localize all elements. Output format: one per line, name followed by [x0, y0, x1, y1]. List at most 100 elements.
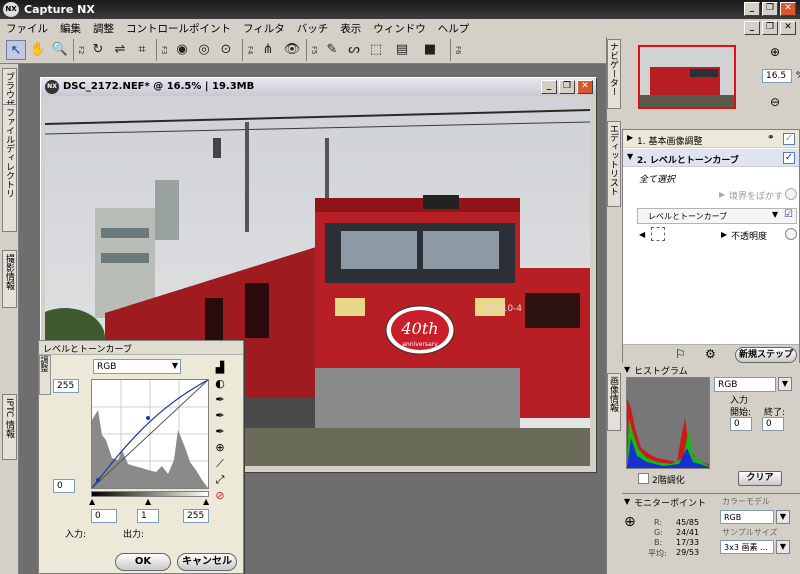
- link-icon[interactable]: ⚭: [767, 133, 775, 143]
- reset-icon[interactable]: ⊘: [213, 489, 227, 503]
- menu-help[interactable]: ヘルプ: [432, 19, 476, 36]
- edit-step-1[interactable]: ▶ 1. 基本画像調整 ⚭ ✓: [623, 130, 799, 148]
- expand-arrow-icon[interactable]: ▶: [627, 133, 633, 142]
- step-name-dropdown-icon[interactable]: ▼: [772, 210, 778, 219]
- toolbar-group-f3[interactable]: F3: [156, 39, 168, 61]
- zoom-out-icon[interactable]: ⊖: [770, 95, 780, 109]
- zoom-input[interactable]: 16.5: [762, 69, 792, 83]
- zoom-tool-icon[interactable]: 🔍: [50, 40, 70, 60]
- contrast-icon[interactable]: ◐: [213, 377, 227, 391]
- image-minimize-button[interactable]: _: [541, 80, 557, 94]
- step-visible-checkbox[interactable]: ☑: [784, 209, 793, 220]
- toolbar-group-f6[interactable]: F6: [450, 39, 462, 61]
- hand-tool-icon[interactable]: ✋: [28, 40, 48, 60]
- menu-batch[interactable]: バッチ: [291, 19, 335, 36]
- crop-tool-icon[interactable]: ⌗: [132, 40, 152, 60]
- tab-image-info[interactable]: 画像情報: [607, 373, 621, 431]
- gray-eyedropper-icon[interactable]: ✒: [213, 409, 227, 423]
- white-point-input[interactable]: 255: [183, 509, 209, 523]
- neutral-control-point-icon[interactable]: ⊙: [216, 40, 236, 60]
- histogram-collapse-icon[interactable]: ▼: [624, 365, 630, 374]
- menu-adjust[interactable]: 調整: [87, 19, 120, 36]
- navigator-thumbnail[interactable]: [638, 45, 736, 109]
- levels-bottom-value[interactable]: 0: [53, 479, 75, 493]
- black-point-input[interactable]: 0: [91, 509, 117, 523]
- toolbar-group-f5[interactable]: F5: [306, 39, 318, 61]
- doc-close-button[interactable]: ✕: [780, 21, 796, 35]
- menu-view[interactable]: 表示: [334, 19, 367, 36]
- ok-button[interactable]: OK: [115, 553, 171, 571]
- black-control-point-icon[interactable]: ◉: [172, 40, 192, 60]
- zoom-in-icon[interactable]: ⊕: [770, 45, 780, 59]
- doc-restore-button[interactable]: ❐: [762, 21, 778, 35]
- sample-size-dropdown-icon[interactable]: ▼: [776, 540, 790, 554]
- tab-file-directory[interactable]: ファイルディレクトリ: [2, 104, 17, 232]
- brush-tool-icon[interactable]: ✎: [322, 40, 342, 60]
- edit-step-2[interactable]: ▼ 2. レベルとトーンカーブ ✓: [623, 149, 799, 167]
- anchor-point-icon[interactable]: ⊕: [213, 441, 227, 455]
- tab-shooting-info[interactable]: 撮影情報: [2, 250, 17, 308]
- histogram-start-input[interactable]: 0: [730, 417, 752, 431]
- menu-file[interactable]: ファイル: [0, 19, 54, 36]
- eye-tool-icon[interactable]: 👁: [282, 40, 302, 60]
- minimize-button[interactable]: _: [744, 2, 760, 16]
- close-button[interactable]: ✕: [780, 2, 796, 16]
- menu-filter[interactable]: フィルタ: [237, 19, 291, 36]
- new-step-button[interactable]: 新規ステップ: [735, 347, 797, 363]
- histogram-channel-dropdown-icon[interactable]: ▼: [778, 377, 792, 391]
- straighten-tool-icon[interactable]: ⇌: [110, 40, 130, 60]
- lasso-tool-icon[interactable]: ᔕ: [344, 40, 364, 60]
- cancel-button[interactable]: キャンセル: [177, 553, 237, 571]
- opacity-radio[interactable]: [785, 228, 797, 240]
- sample-size-select[interactable]: 3x3 画素 ...: [720, 540, 774, 554]
- image-maximize-button[interactable]: ❐: [559, 80, 575, 94]
- direct-select-tool-icon[interactable]: ↖: [6, 40, 26, 60]
- mask-thumbnail[interactable]: [651, 227, 665, 241]
- black-eyedropper-icon[interactable]: ✒: [213, 393, 227, 407]
- toolbar-group-f4[interactable]: F4: [242, 39, 254, 61]
- marquee-tool-icon[interactable]: ⬚: [366, 40, 386, 60]
- tab-navigator[interactable]: ナビゲーター: [607, 39, 621, 109]
- doc-minimize-button[interactable]: _: [744, 21, 760, 35]
- levels-side-tab[interactable]: 調整: [39, 355, 51, 395]
- rotate-tool-icon[interactable]: ↻: [88, 40, 108, 60]
- auto-contrast-icon[interactable]: ⤢: [213, 473, 227, 487]
- image-window-titlebar[interactable]: NX DSC_2172.NEF* @ 16.5% | 19.3MB _ ❐ ✕: [41, 78, 596, 96]
- gamma-input[interactable]: 1: [137, 509, 159, 523]
- image-close-button[interactable]: ✕: [577, 80, 593, 94]
- white-eyedropper-icon[interactable]: ✒: [213, 425, 227, 439]
- black-point-slider[interactable]: ▲: [89, 497, 95, 506]
- histogram-channel-select[interactable]: RGB: [714, 377, 776, 392]
- gamma-slider[interactable]: ▲: [145, 497, 151, 506]
- linear-curve-icon[interactable]: ⟋: [213, 457, 227, 471]
- menu-edit[interactable]: 編集: [54, 19, 87, 36]
- histogram-graph[interactable]: [626, 377, 710, 469]
- toolbar-group-f2[interactable]: F2: [73, 39, 85, 61]
- levels-top-value[interactable]: 255: [53, 379, 79, 393]
- gradient-tool-icon[interactable]: ▤: [392, 40, 412, 60]
- color-model-dropdown-icon[interactable]: ▼: [776, 510, 790, 524]
- histogram-display-icon[interactable]: ▟: [213, 361, 227, 375]
- collapse-arrow-icon[interactable]: ▼: [627, 152, 633, 161]
- histogram-end-input[interactable]: 0: [762, 417, 784, 431]
- tone-curve-graph[interactable]: [91, 379, 209, 489]
- red-eye-tool-icon[interactable]: ⋔: [258, 40, 278, 60]
- settings-gear-icon[interactable]: ⚙: [705, 347, 716, 361]
- white-control-point-icon[interactable]: ◎: [194, 40, 214, 60]
- tab-iptc-info[interactable]: IPTC 情報: [2, 394, 17, 460]
- two-tone-checkbox[interactable]: [638, 473, 649, 484]
- maximize-button[interactable]: ❐: [762, 2, 778, 16]
- monitor-collapse-icon[interactable]: ▼: [624, 497, 630, 506]
- opacity-left-arrow-icon[interactable]: ◀: [639, 230, 645, 239]
- fill-tool-icon[interactable]: ■: [420, 40, 440, 60]
- white-point-slider[interactable]: ▲: [203, 497, 209, 506]
- select-all-label[interactable]: 全て選択: [639, 172, 675, 185]
- edit-step-1-checkbox[interactable]: ✓: [783, 133, 795, 145]
- levels-channel-select[interactable]: RGB ▼: [93, 359, 181, 374]
- flag-icon[interactable]: ⚐: [675, 347, 686, 361]
- histogram-clear-button[interactable]: クリア: [738, 471, 782, 486]
- color-model-select[interactable]: RGB: [720, 510, 774, 524]
- edit-step-2-checkbox[interactable]: ✓: [783, 152, 795, 164]
- tab-edit-list[interactable]: エディットリスト: [607, 121, 621, 207]
- menu-control-point[interactable]: コントロールポイント: [120, 19, 237, 36]
